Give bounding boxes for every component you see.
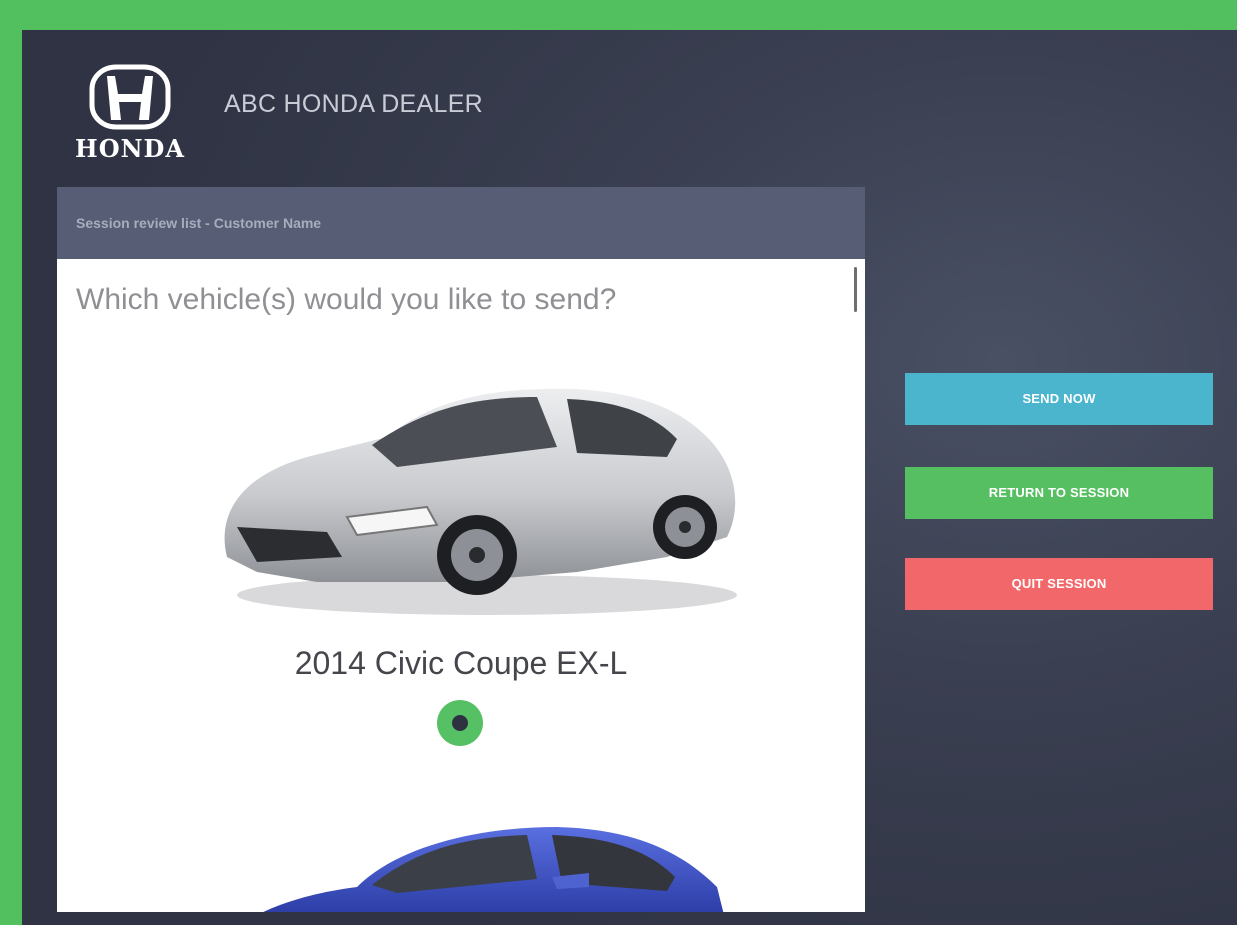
quit-session-button[interactable]: QUIT SESSION: [905, 558, 1213, 610]
vehicle-name: 2014 Civic Coupe EX-L: [294, 645, 628, 681]
vehicle-image-civic-coupe[interactable]: [197, 357, 737, 627]
vehicle-list[interactable]: Which vehicle(s) would you like to send?: [57, 259, 865, 912]
app-screen: HONDA ABC HONDA DEALER Session review li…: [22, 30, 1237, 925]
send-now-button[interactable]: SEND NOW: [905, 373, 1213, 425]
vehicle-image-blue-coupe[interactable]: [197, 787, 737, 912]
honda-logo-text: HONDA: [75, 134, 185, 162]
vehicle-select-radio[interactable]: [437, 700, 483, 746]
radio-selected-dot: [452, 715, 468, 731]
honda-logo: HONDA: [75, 64, 185, 162]
scrollbar[interactable]: [854, 267, 857, 312]
return-to-session-button[interactable]: RETURN TO SESSION: [905, 467, 1213, 519]
dealer-name: ABC HONDA DEALER: [224, 90, 484, 118]
session-review-panel: Session review list - Customer Name Whic…: [57, 187, 865, 912]
panel-title: Session review list - Customer Name: [57, 187, 865, 259]
question-heading: Which vehicle(s) would you like to send?: [76, 283, 617, 316]
